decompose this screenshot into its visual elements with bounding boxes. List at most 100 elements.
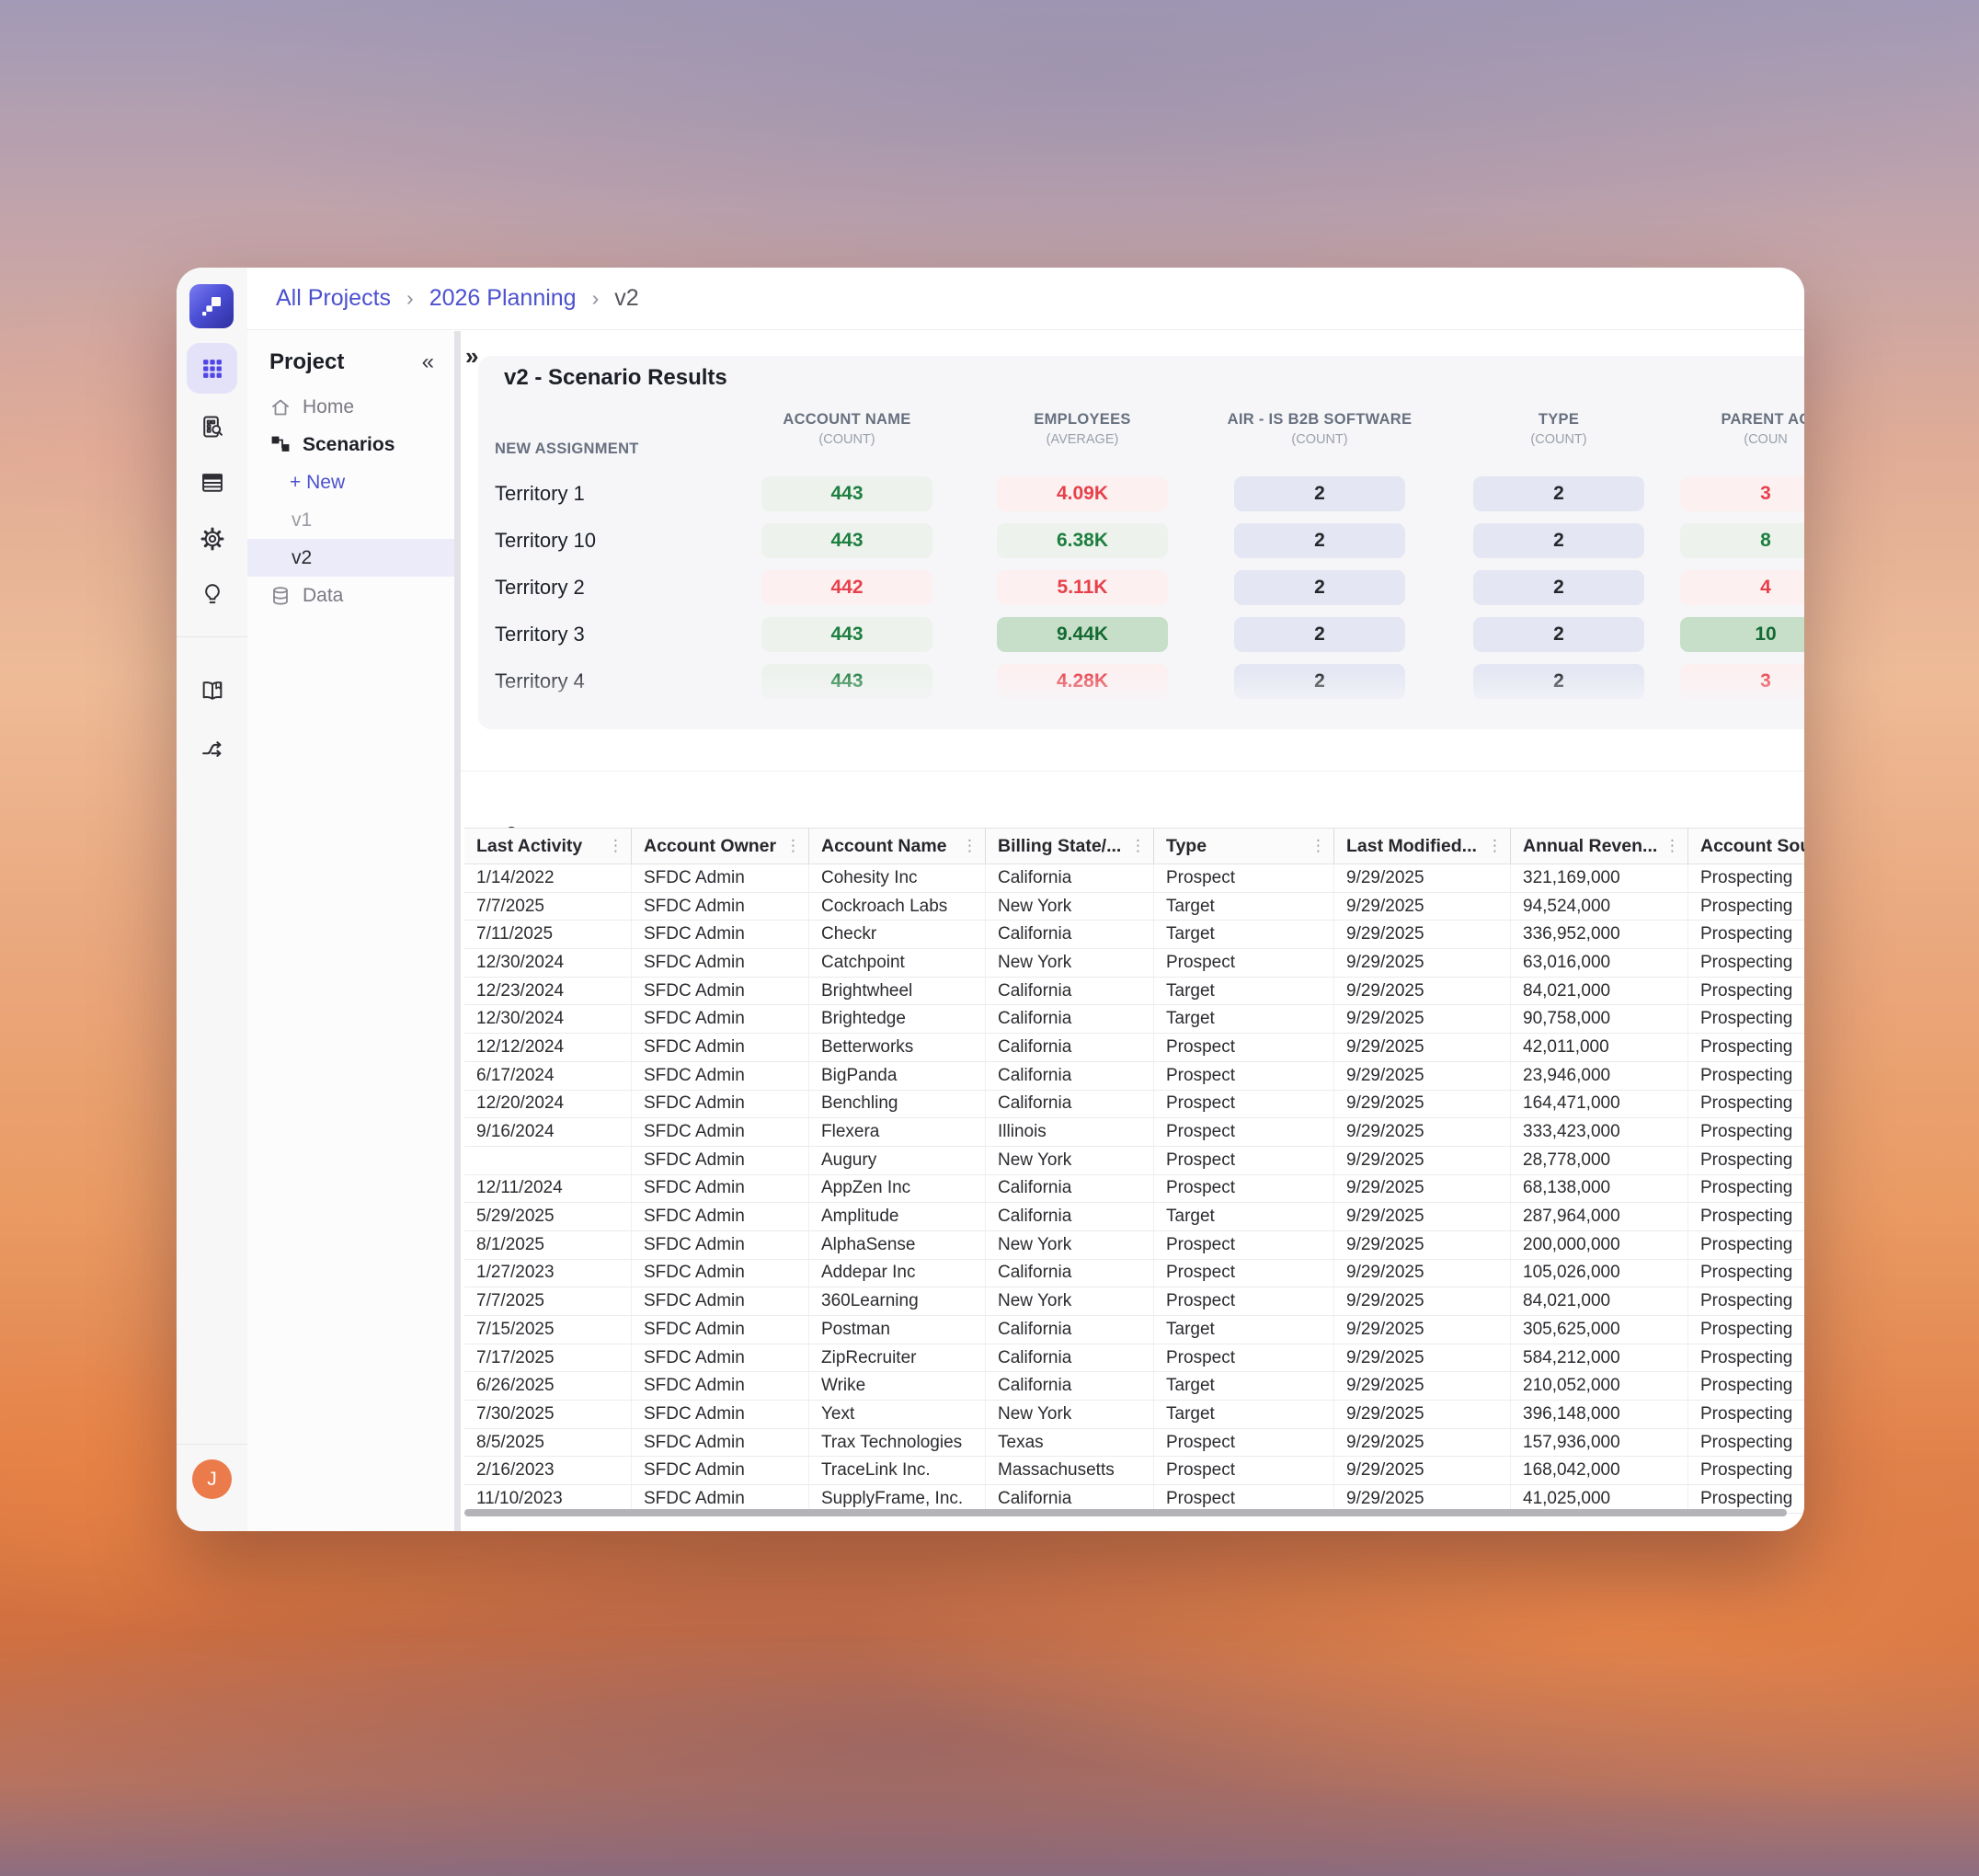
nav-share-button[interactable] — [187, 723, 237, 773]
table-cell: SFDC Admin — [632, 1316, 809, 1344]
column-menu-icon[interactable]: ⋮ — [602, 837, 623, 855]
table-row[interactable]: 7/15/2025SFDC AdminPostmanCaliforniaTarg… — [464, 1316, 1804, 1344]
table-column-header-annual-reven[interactable]: Annual Reven...⋮ — [1511, 829, 1688, 864]
table-row[interactable]: 7/11/2025SFDC AdminCheckrCaliforniaTarge… — [464, 921, 1804, 949]
nav-grid-button[interactable] — [187, 343, 237, 394]
table-row[interactable]: 1/27/2023SFDC AdminAddepar IncCalifornia… — [464, 1260, 1804, 1288]
report-search-icon — [200, 414, 225, 440]
table-row[interactable]: 8/1/2025SFDC AdminAlphaSenseNew YorkPros… — [464, 1231, 1804, 1260]
column-menu-icon[interactable]: ⋮ — [1125, 837, 1146, 855]
table-column-header-account-sour[interactable]: Account Sour⋮ — [1688, 829, 1804, 864]
table-cell: Target — [1154, 1203, 1334, 1230]
column-menu-icon[interactable]: ⋮ — [780, 837, 801, 855]
scenario-column-header: TYPE(COUNT) — [1439, 411, 1678, 447]
metric-pill: 4 — [1680, 570, 1804, 605]
table-cell: 7/17/2025 — [464, 1344, 632, 1372]
table-cell: Prospecting — [1688, 1034, 1804, 1061]
table-row[interactable]: 6/26/2025SFDC AdminWrikeCaliforniaTarget… — [464, 1372, 1804, 1401]
collapse-panel-button[interactable]: « — [422, 349, 434, 375]
table-cell: Prospect — [1154, 1091, 1334, 1118]
table-cell: 7/7/2025 — [464, 1287, 632, 1315]
table-column-header-account-owner[interactable]: Account Owner⋮ — [632, 829, 809, 864]
table-row[interactable]: 6/17/2024SFDC AdminBigPandaCaliforniaPro… — [464, 1062, 1804, 1091]
table-cell: SFDC Admin — [632, 893, 809, 921]
table-cell: Prospecting — [1688, 1429, 1804, 1457]
metric-pill: 8 — [1680, 523, 1804, 558]
breadcrumb-item-all-projects[interactable]: All Projects — [276, 285, 391, 311]
table-row[interactable]: 5/29/2025SFDC AdminAmplitudeCaliforniaTa… — [464, 1203, 1804, 1231]
app-logo — [189, 284, 234, 328]
user-avatar[interactable]: J — [192, 1459, 232, 1499]
metric-pill: 2 — [1473, 523, 1644, 558]
column-menu-icon[interactable]: ⋮ — [1305, 837, 1326, 855]
sidebar-item-scenarios[interactable]: Scenarios — [247, 426, 454, 463]
sidebar-item-v2[interactable]: v2 — [247, 539, 454, 577]
table-cell: SFDC Admin — [632, 1118, 809, 1146]
table-cell: 12/30/2024 — [464, 1005, 632, 1033]
expand-panel-button[interactable]: » — [465, 342, 478, 371]
table-column-header-type[interactable]: Type⋮ — [1154, 829, 1334, 864]
table-column-header-last-activity[interactable]: Last Activity⋮ — [464, 829, 632, 864]
metric-pill: 2 — [1234, 523, 1405, 558]
column-menu-icon[interactable]: ⋮ — [1481, 837, 1503, 855]
panel-resize-divider[interactable] — [454, 331, 461, 1531]
table-row[interactable]: 2/16/2023SFDC AdminTraceLink Inc.Massach… — [464, 1457, 1804, 1485]
table-cell: 9/29/2025 — [1334, 1344, 1511, 1372]
table-cell: Trax Technologies — [809, 1429, 986, 1457]
sidebar-item-v1[interactable]: v1 — [247, 501, 454, 539]
scenario-column-header: AIR - IS B2B SOFTWARE(COUNT) — [1200, 411, 1439, 447]
nav-settings-button[interactable] — [187, 513, 237, 564]
table-column-header-last-modified[interactable]: Last Modified...⋮ — [1334, 829, 1511, 864]
share-icon — [200, 736, 225, 761]
scenario-column-header: EMPLOYEES(AVERAGE) — [963, 411, 1202, 447]
scenario-row-header: NEW ASSIGNMENT — [495, 440, 639, 458]
sidebar-item-label: v1 — [292, 509, 312, 532]
table-column-header-billing-state[interactable]: Billing State/...⋮ — [986, 829, 1154, 864]
nav-insights-button[interactable] — [187, 568, 237, 619]
table-row[interactable]: SFDC AdminAuguryNew YorkProspect9/29/202… — [464, 1147, 1804, 1175]
table-cell: 12/11/2024 — [464, 1175, 632, 1203]
table-cell: SFDC Admin — [632, 949, 809, 977]
table-cell: Prospecting — [1688, 1401, 1804, 1428]
metric-pill: 2 — [1234, 617, 1405, 652]
nav-docs-button[interactable] — [187, 665, 237, 715]
table-cell: California — [986, 1316, 1154, 1344]
table-cell: 12/12/2024 — [464, 1034, 632, 1061]
sidebar-item-home[interactable]: Home — [247, 388, 454, 426]
table-row[interactable]: 8/5/2025SFDC AdminTrax TechnologiesTexas… — [464, 1429, 1804, 1458]
nav-report-search-button[interactable] — [187, 401, 237, 452]
table-row[interactable]: 12/30/2024SFDC AdminBrightedgeCalifornia… — [464, 1005, 1804, 1034]
table-cell: Target — [1154, 1316, 1334, 1344]
table-icon — [200, 470, 225, 496]
table-row[interactable]: 7/7/2025SFDC AdminCockroach LabsNew York… — [464, 893, 1804, 921]
table-row[interactable]: 9/16/2024SFDC AdminFlexeraIllinoisProspe… — [464, 1118, 1804, 1147]
table-cell: California — [986, 1034, 1154, 1061]
table-row[interactable]: 1/14/2022SFDC AdminCohesity IncCaliforni… — [464, 864, 1804, 893]
table-cell: AlphaSense — [809, 1231, 986, 1259]
table-cell: New York — [986, 1231, 1154, 1259]
table-row[interactable]: 7/30/2025SFDC AdminYextNew YorkTarget9/2… — [464, 1401, 1804, 1429]
table-row[interactable]: 7/17/2025SFDC AdminZipRecruiterCaliforni… — [464, 1344, 1804, 1373]
table-row[interactable]: 12/12/2024SFDC AdminBetterworksCaliforni… — [464, 1034, 1804, 1062]
sidebar-item-data[interactable]: Data — [247, 577, 454, 614]
territory-row-label: Territory 3 — [495, 623, 585, 646]
table-cell: New York — [986, 1287, 1154, 1315]
table-cell: 28,778,000 — [1511, 1147, 1688, 1174]
section-divider — [461, 771, 1804, 772]
sidebar-item-new-scenario[interactable]: + New — [247, 463, 454, 501]
horizontal-scrollbar[interactable] — [464, 1509, 1787, 1516]
table-cell: 9/29/2025 — [1334, 921, 1511, 948]
table-row[interactable]: 7/7/2025SFDC Admin360LearningNew YorkPro… — [464, 1287, 1804, 1316]
table-cell: Target — [1154, 893, 1334, 921]
table-row[interactable]: 12/11/2024SFDC AdminAppZen IncCalifornia… — [464, 1175, 1804, 1204]
table-cell: Target — [1154, 1005, 1334, 1033]
table-row[interactable]: 12/23/2024SFDC AdminBrightwheelCaliforni… — [464, 978, 1804, 1006]
nav-table-button[interactable] — [187, 457, 237, 508]
column-menu-icon[interactable]: ⋮ — [956, 837, 978, 855]
column-menu-icon[interactable]: ⋮ — [1659, 837, 1680, 855]
table-row[interactable]: 12/20/2024SFDC AdminBenchlingCaliforniaP… — [464, 1091, 1804, 1119]
table-column-header-account-name[interactable]: Account Name⋮ — [809, 829, 986, 864]
breadcrumb-item-2026-planning[interactable]: 2026 Planning — [429, 285, 577, 311]
table-row[interactable]: 12/30/2024SFDC AdminCatchpointNew YorkPr… — [464, 949, 1804, 978]
table-cell: 7/11/2025 — [464, 921, 632, 948]
